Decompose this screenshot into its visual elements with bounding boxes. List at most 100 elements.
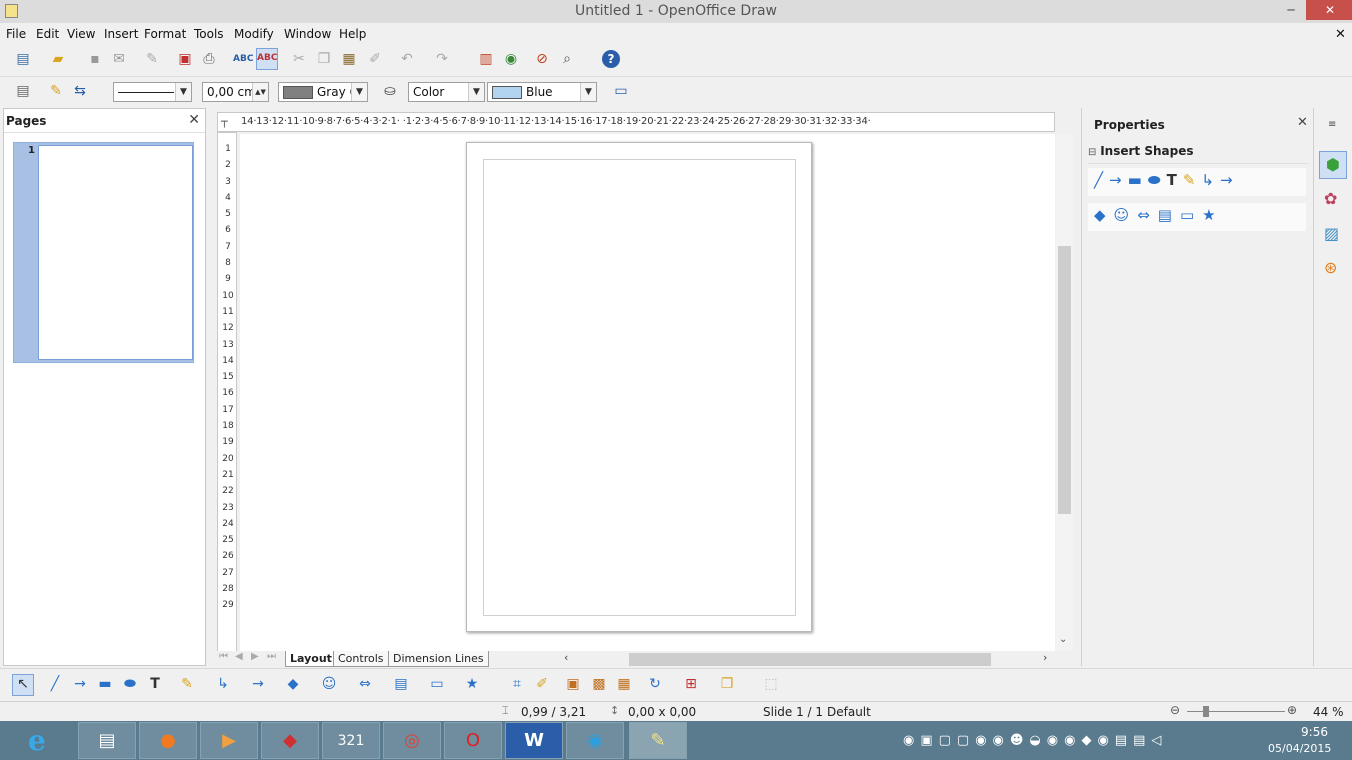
print-icon[interactable]: ⎙ (200, 50, 218, 68)
zoom-level[interactable]: 44 % (1313, 705, 1344, 719)
vertical-scrollbar[interactable]: ⌄ (1056, 134, 1073, 651)
gallery-icon[interactable]: ◉ (502, 50, 520, 68)
points-icon[interactable]: ⌗ (508, 675, 526, 693)
select-icon[interactable]: ↖ (12, 674, 34, 696)
menu-file[interactable]: File (6, 27, 26, 41)
navigator-tab-icon[interactable]: ⊛ (1324, 258, 1337, 277)
line-icon[interactable]: ✎ (47, 82, 65, 100)
help-icon[interactable]: ? (602, 50, 620, 68)
media-player-icon[interactable]: ▶ (200, 722, 258, 759)
curve-tool-icon[interactable]: ✎ (178, 675, 196, 693)
undo-icon[interactable]: ↶ (398, 50, 416, 68)
gallery-tool-icon[interactable]: ▦ (615, 675, 633, 693)
basic-shapes-icon[interactable]: ◆ (1094, 206, 1114, 224)
tab-controls[interactable]: Controls (333, 651, 389, 667)
chrome-icon[interactable]: ◎ (383, 722, 441, 759)
menu-help[interactable]: Help (339, 27, 366, 41)
curve-shape-icon[interactable]: ✎ (1183, 171, 1202, 189)
navigator-icon[interactable]: ⊘ (533, 50, 551, 68)
fontwork-icon[interactable]: ▣ (564, 675, 582, 693)
zoom-out-icon[interactable]: ⊖ (1170, 703, 1180, 717)
arrow-style-icon[interactable]: ⇆ (71, 82, 89, 100)
horizontal-ruler[interactable]: ┬ 14·13·12·11·10·9·8·7·6·5·4·3·2·1· ·1·2… (217, 112, 1055, 132)
export-pdf-icon[interactable]: ▣ (176, 50, 194, 68)
copy-icon[interactable]: ❐ (315, 50, 333, 68)
line-tool-icon[interactable]: ╱ (46, 675, 64, 693)
edit-file-icon[interactable]: ✎ (143, 50, 161, 68)
tray-icons[interactable]: ◉▣▢▢◉◉☻◒◉◉◆◉▤▤◁ (903, 733, 1167, 748)
connector-tool-icon[interactable]: ↳ (214, 675, 232, 693)
block-arrows-tool-icon[interactable]: ⇔ (356, 675, 374, 693)
minimize-button[interactable]: ─ (1278, 0, 1304, 20)
line-width-field[interactable]: 0,00 cm ▲▼ (202, 82, 269, 102)
from-file-icon[interactable]: ▩ (590, 675, 608, 693)
callouts-tool-icon[interactable]: ▭ (428, 675, 446, 693)
firefox-icon[interactable]: ● (139, 722, 197, 759)
vertical-scroll-thumb[interactable] (1058, 246, 1071, 514)
extrusion-icon[interactable]: ⬚ (762, 675, 780, 693)
tab-scroll-next-icon[interactable]: ▶ (251, 651, 259, 662)
clock-time[interactable]: 9:56 (1272, 725, 1328, 739)
menu-view[interactable]: View (67, 27, 95, 41)
menu-tools[interactable]: Tools (194, 27, 224, 41)
gallery-tab-icon[interactable]: ▨ (1324, 224, 1339, 243)
save-icon[interactable]: ▪ (86, 50, 104, 68)
text-shape-icon[interactable]: T (1167, 171, 1183, 189)
arrow-tool-icon[interactable]: → (71, 675, 89, 693)
clone-formatting-icon[interactable]: ✐ (366, 50, 384, 68)
zoom-slider-handle[interactable] (1202, 706, 1209, 717)
stars-tool-icon[interactable]: ★ (463, 675, 481, 693)
rectangle-shape-icon[interactable]: ▬ (1128, 171, 1148, 189)
arrange-icon[interactable]: ❐ (718, 675, 736, 693)
rectangle-tool-icon[interactable]: ▬ (96, 675, 114, 693)
vertical-ruler[interactable]: 1 2 3 4 5 6 7 8 9 10 11 12 13 14 15 16 17 18 19 20 21 22 23 24 2… (217, 132, 237, 652)
scroll-right-icon[interactable]: › (1043, 651, 1047, 664)
area-icon[interactable]: ⛀ (381, 82, 399, 100)
insert-shapes-header[interactable]: ⊟ Insert Shapes (1088, 144, 1308, 164)
rotate-icon[interactable]: ↻ (646, 675, 664, 693)
basic-shapes-tool-icon[interactable]: ◆ (284, 675, 302, 693)
area-color-select[interactable]: Blue classic ▼ (487, 82, 597, 102)
close-document-button[interactable]: ✕ (1335, 27, 1346, 42)
close-pages-panel-icon[interactable]: ✕ (188, 112, 200, 128)
properties-tab-icon[interactable]: ⬢ (1319, 151, 1347, 179)
zoom-slider[interactable] (1187, 706, 1285, 717)
area-style-select[interactable]: Color ▼ (408, 82, 485, 102)
styles-tab-icon[interactable]: ✿ (1324, 189, 1337, 208)
symbol-shapes-icon[interactable]: ☺ (1114, 206, 1138, 224)
line-shape-icon[interactable]: ╱ (1094, 171, 1109, 189)
zoom-in-icon[interactable]: ⊕ (1287, 703, 1297, 717)
symbol-shapes-tool-icon[interactable]: ☺ (320, 675, 338, 693)
tab-scroll-first-icon[interactable]: ⏮ (219, 651, 228, 662)
lines-arrows-tool-icon[interactable]: → (249, 675, 267, 693)
cut-icon[interactable]: ✂ (290, 50, 308, 68)
ellipse-shape-icon[interactable]: ⬬ (1148, 171, 1167, 189)
lines-arrows-shape-icon[interactable]: → (1220, 171, 1239, 189)
countdown-app-icon[interactable]: 321 (322, 722, 380, 759)
tab-layout[interactable]: Layout (285, 651, 337, 667)
chart-icon[interactable]: ▥ (477, 50, 495, 68)
opera-icon[interactable]: O (444, 722, 502, 759)
line-color-select[interactable]: Gray 6 ▼ (278, 82, 368, 102)
autospellcheck-icon[interactable]: ABC (256, 48, 278, 70)
menu-edit[interactable]: Edit (36, 27, 59, 41)
horizontal-scroll-thumb[interactable] (629, 653, 991, 666)
tab-dimension-lines[interactable]: Dimension Lines (388, 651, 489, 667)
paste-icon[interactable]: ▦ (340, 50, 358, 68)
spellcheck-icon[interactable]: ABC (233, 50, 253, 68)
styles-icon[interactable]: ▤ (14, 82, 32, 100)
file-explorer-icon[interactable]: ▤ (78, 722, 136, 759)
arrow-shape-icon[interactable]: → (1109, 171, 1128, 189)
flowchart-icon[interactable]: ▤ (1158, 206, 1180, 224)
line-style-select[interactable]: ▼ (113, 82, 192, 102)
stars-icon[interactable]: ★ (1202, 206, 1223, 224)
new-document-icon[interactable]: ▤ (14, 50, 32, 68)
callouts-icon[interactable]: ▭ (1180, 206, 1202, 224)
internet-explorer-icon[interactable]: e (28, 724, 46, 757)
tab-scroll-last-icon[interactable]: ⏭ (267, 651, 276, 662)
email-icon[interactable]: ✉ (110, 50, 128, 68)
block-arrows-icon[interactable]: ⇔ (1137, 206, 1158, 224)
ellipse-tool-icon[interactable]: ⬬ (121, 675, 139, 693)
text-tool-icon[interactable]: T (146, 675, 164, 693)
tab-scroll-prev-icon[interactable]: ◀ (235, 651, 243, 662)
